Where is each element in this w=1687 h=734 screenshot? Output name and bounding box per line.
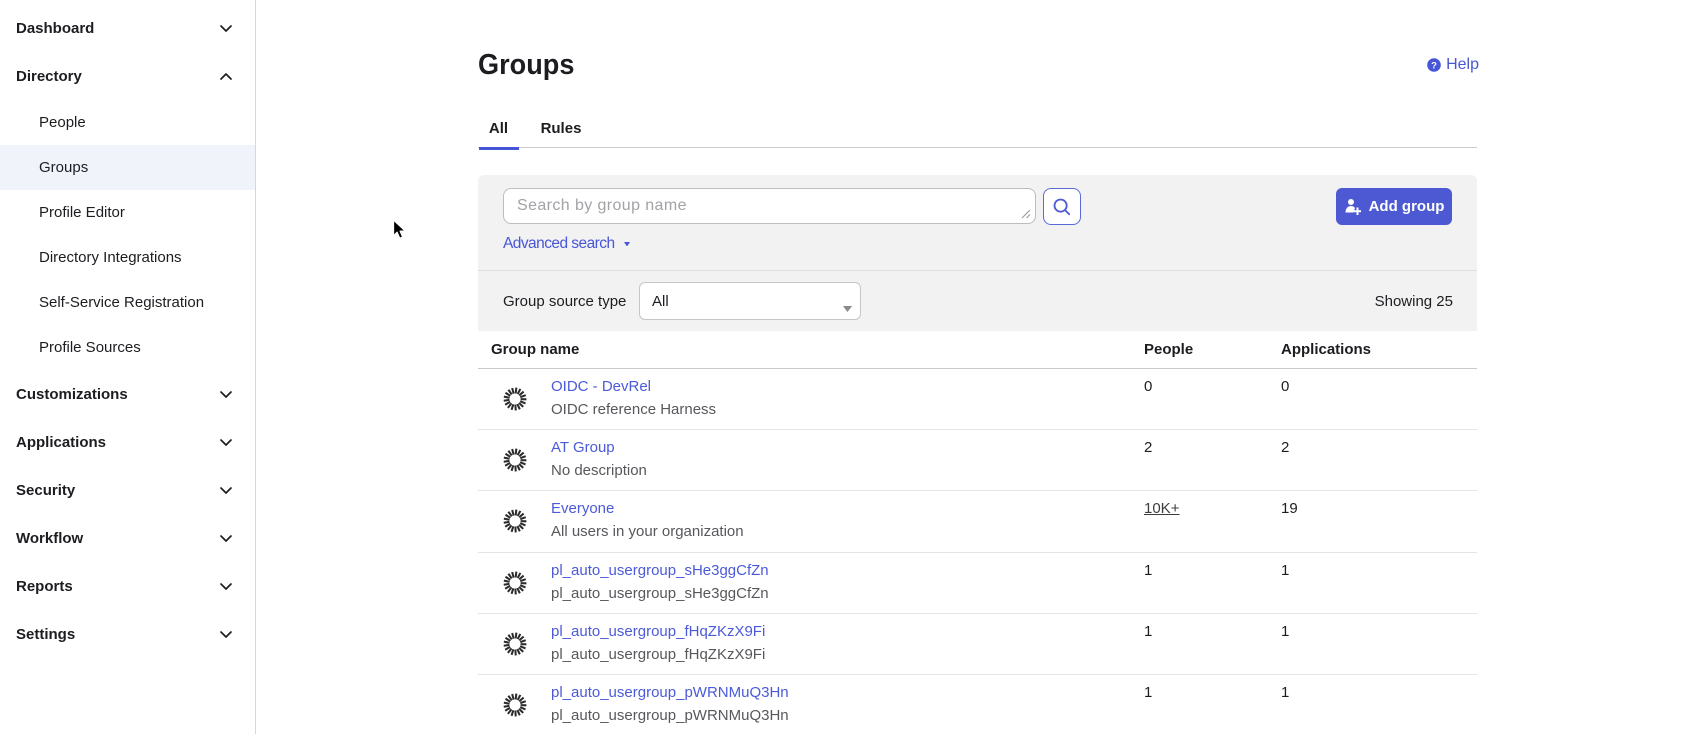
svg-text:?: ? xyxy=(1431,60,1437,71)
